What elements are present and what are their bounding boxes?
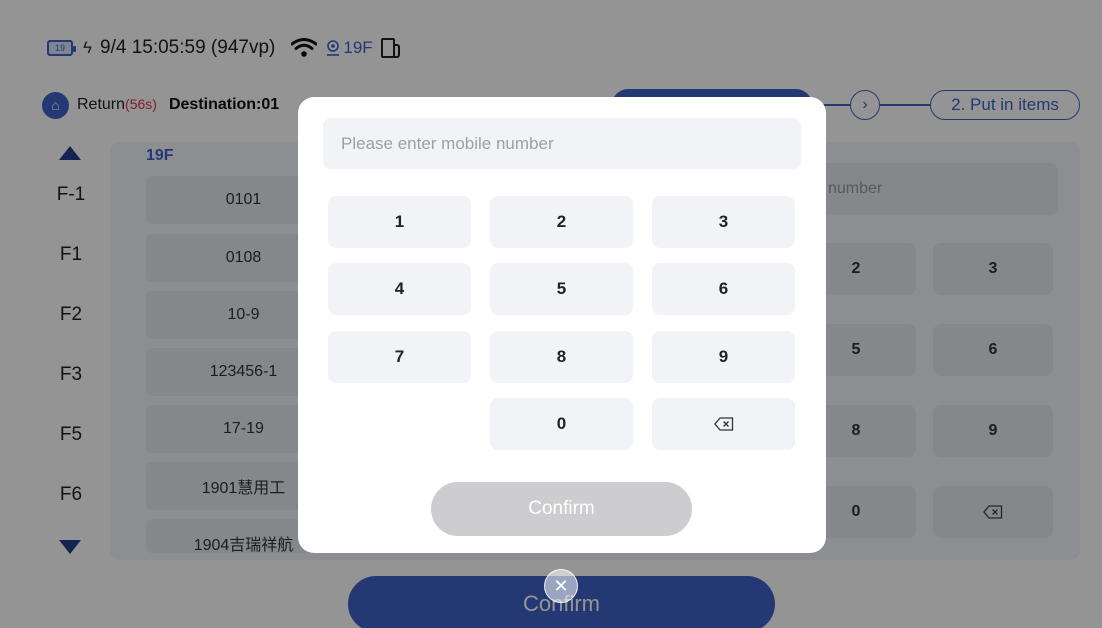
keypad-backspace-key[interactable] — [652, 398, 795, 450]
mobile-number-input[interactable] — [323, 118, 801, 169]
keypad-key-1[interactable]: 1 — [328, 196, 471, 248]
confirm-button[interactable]: Confirm — [431, 482, 692, 536]
keypad-key-2[interactable]: 2 — [490, 196, 633, 248]
keypad-key-3[interactable]: 3 — [652, 196, 795, 248]
keypad-key-4[interactable]: 4 — [328, 263, 471, 315]
keypad-key-7[interactable]: 7 — [328, 331, 471, 383]
keypad-key-8[interactable]: 8 — [490, 331, 633, 383]
keypad-key-9[interactable]: 9 — [652, 331, 795, 383]
keypad-key-0[interactable]: 0 — [490, 398, 633, 450]
close-icon[interactable]: ✕ — [544, 569, 578, 603]
backspace-icon — [713, 417, 733, 431]
keypad-key-6[interactable]: 6 — [652, 263, 795, 315]
keypad-key-5[interactable]: 5 — [490, 263, 633, 315]
phone-input-dialog: 1 2 3 4 5 6 7 8 9 0 Confirm — [298, 97, 826, 553]
